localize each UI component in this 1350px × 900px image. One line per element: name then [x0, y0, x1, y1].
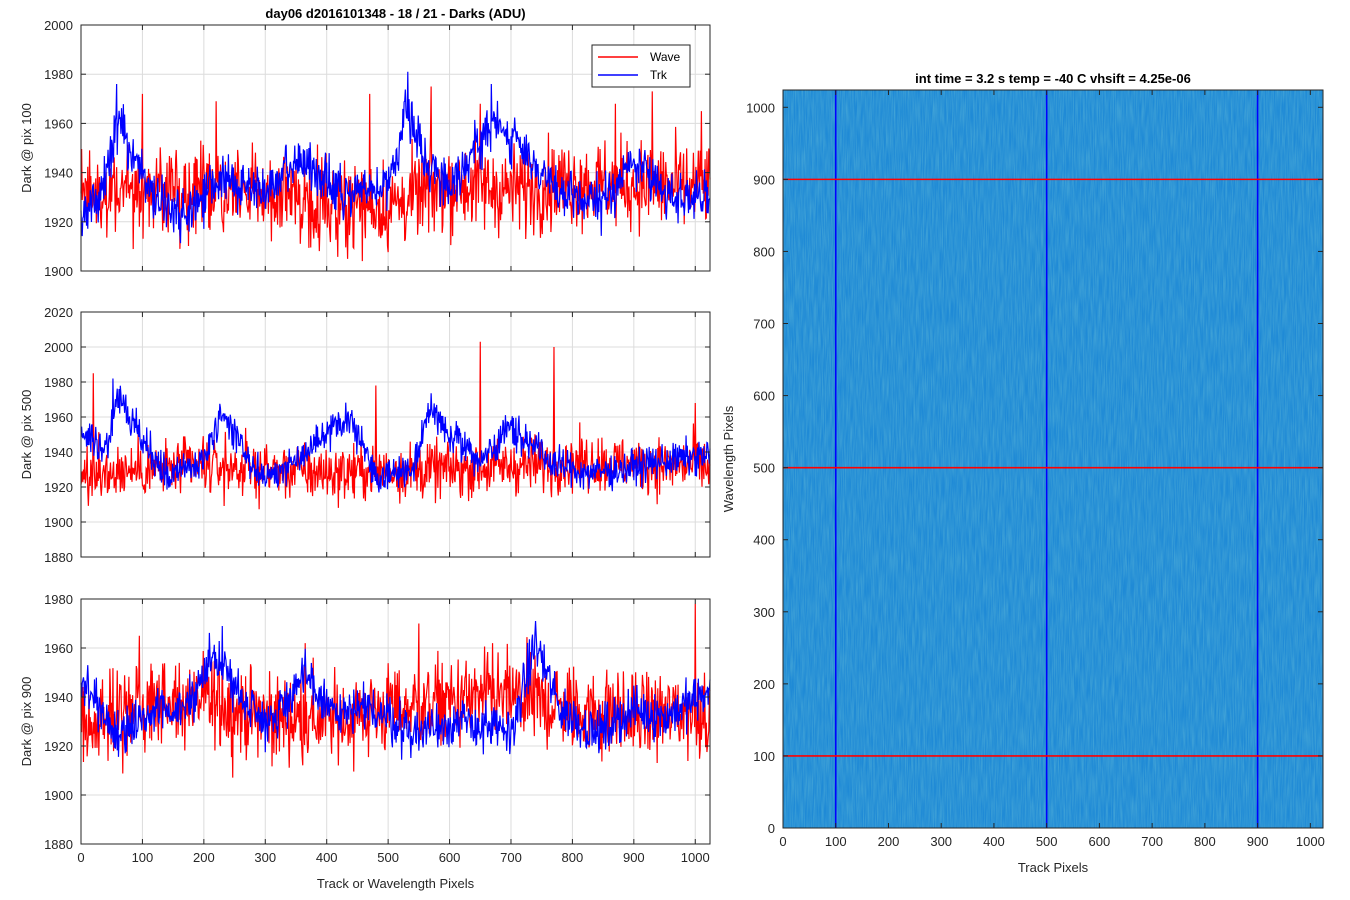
y-tick-label: 2000: [44, 340, 73, 355]
chart-title: int time = 3.2 s temp = -40 C vhsift = 4…: [915, 71, 1191, 86]
chart-title: day06 d2016101348 - 18 / 21 - Darks (ADU…: [265, 6, 525, 21]
x-tick-label: 100: [132, 850, 154, 865]
figure: WaveTrk190019201940196019802000day06 d20…: [19, 6, 1325, 891]
y-tick-label: 1940: [44, 690, 73, 705]
y-tick-label: 1880: [44, 550, 73, 565]
x-axis-label: Track or Wavelength Pixels: [317, 876, 475, 891]
heatmap-texture: [783, 90, 1323, 828]
x-tick-label: 200: [193, 850, 215, 865]
y-tick-label: 1980: [44, 375, 73, 390]
x-tick-label: 600: [439, 850, 461, 865]
legend-label-wave: Wave: [650, 50, 681, 64]
x-tick-label: 400: [316, 850, 338, 865]
x-tick-label: 300: [930, 834, 952, 849]
y-tick-label: 500: [753, 461, 775, 476]
y-tick-label: 1900: [44, 264, 73, 279]
x-tick-label: 0: [779, 834, 786, 849]
y-tick-label: 300: [753, 605, 775, 620]
y-tick-label: 1920: [44, 215, 73, 230]
y-tick-label: 0: [768, 821, 775, 836]
y-tick-label: 100: [753, 749, 775, 764]
x-tick-label: 1000: [1296, 834, 1325, 849]
chart-3: 0 100 200 300 400 500 600 700 800 900 1000 1880 1900…: [19, 592, 711, 891]
x-tick-label: 300: [254, 850, 276, 865]
y-tick-label: 700: [753, 317, 775, 332]
y-axis-label: Wavelength Pixels: [721, 405, 736, 512]
y-tick-label: 1900: [44, 515, 73, 530]
y-tick-label: 1980: [44, 592, 73, 607]
chart-2: 1880 1900 1920 1940 1960 1980 2000 2020 Dark @ p…: [19, 305, 711, 565]
x-tick-label: 0: [77, 850, 84, 865]
x-tick-label: 700: [1141, 834, 1163, 849]
y-tick-label: 1000: [746, 100, 775, 115]
x-tick-label: 900: [1247, 834, 1269, 849]
charts-root: WaveTrk190019201940196019802000day06 d20…: [19, 6, 1325, 891]
plot-area: [81, 312, 710, 557]
x-axis-label: Track Pixels: [1018, 860, 1089, 875]
x-tick-label: 200: [878, 834, 900, 849]
x-tick-label: 700: [500, 850, 522, 865]
y-tick-label: 1920: [44, 480, 73, 495]
y-tick-label: 2020: [44, 305, 73, 320]
x-tick-label: 100: [825, 834, 847, 849]
legend-label-trk: Trk: [650, 68, 668, 82]
y-tick-label: 400: [753, 533, 775, 548]
y-tick-label: 1960: [44, 641, 73, 656]
x-tick-label: 600: [1089, 834, 1111, 849]
x-tick-label: 1000: [681, 850, 710, 865]
y-tick-label: 900: [753, 172, 775, 187]
y-tick-label: 1900: [44, 788, 73, 803]
y-tick-label: 600: [753, 389, 775, 404]
x-tick-label: 500: [377, 850, 399, 865]
y-tick-label: 1920: [44, 739, 73, 754]
x-tick-label: 900: [623, 850, 645, 865]
x-tick-label: 800: [562, 850, 584, 865]
y-tick-label: 1880: [44, 837, 73, 852]
y-axis-label: Dark @ pix 100: [19, 103, 34, 193]
y-tick-label: 1940: [44, 166, 73, 181]
y-tick-label: 1960: [44, 410, 73, 425]
y-tick-label: 2000: [44, 18, 73, 33]
x-tick-label: 800: [1194, 834, 1216, 849]
y-axis-label: Dark @ pix 900: [19, 677, 34, 767]
x-tick-label: 500: [1036, 834, 1058, 849]
chart-1: Wave Trk 1900 1920 1940 1960 1980 2000 day06 d20…: [19, 6, 711, 279]
chart-4: 0 100 200 300 400 500 600 700 800 900 1000 0 100 200 3…: [721, 71, 1325, 875]
y-tick-label: 1960: [44, 116, 73, 131]
y-tick-label: 800: [753, 244, 775, 259]
y-tick-label: 1980: [44, 67, 73, 82]
y-tick-label: 200: [753, 677, 775, 692]
x-tick-label: 400: [983, 834, 1005, 849]
y-axis-label: Dark @ pix 500: [19, 390, 34, 480]
y-tick-label: 1940: [44, 445, 73, 460]
